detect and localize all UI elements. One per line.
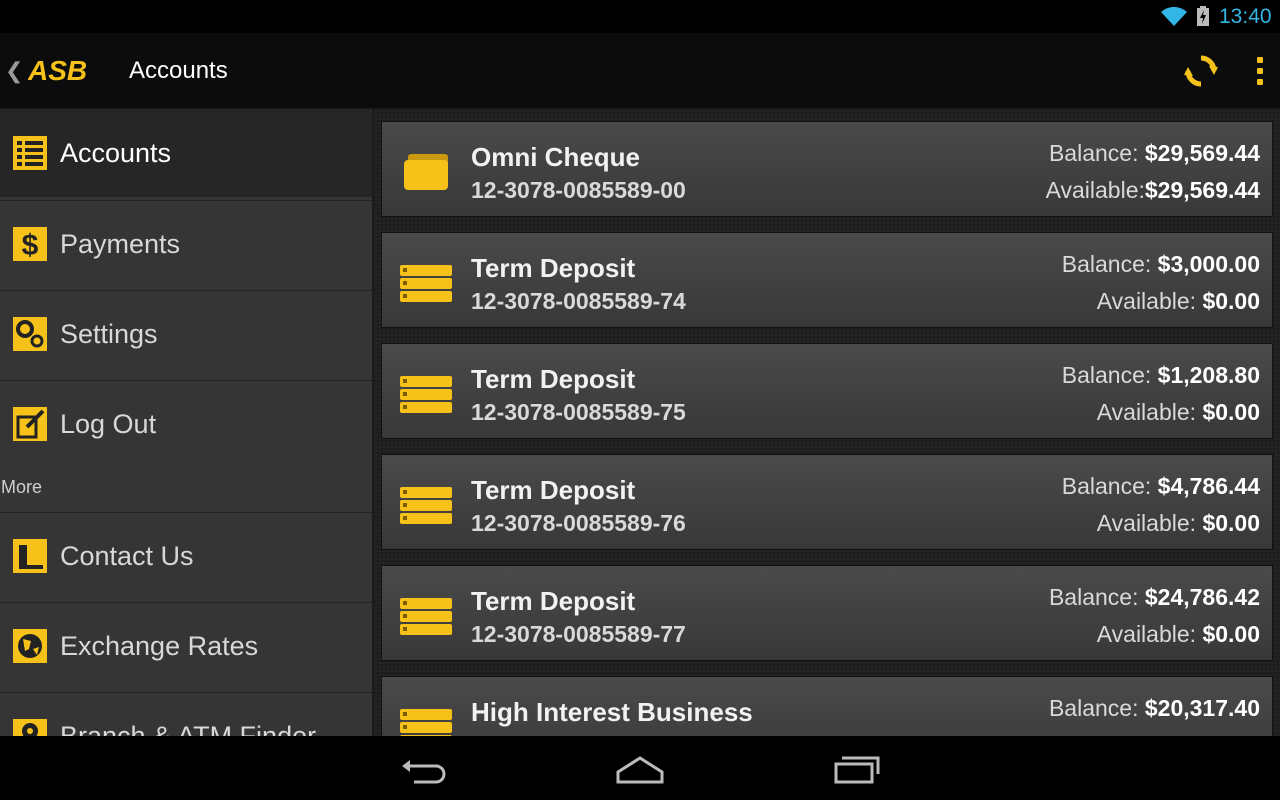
refresh-icon[interactable]	[1183, 53, 1219, 89]
account-card[interactable]: Term Deposit 12-3078-0085589-77 Balance:…	[381, 565, 1273, 661]
sidebar-item-payments[interactable]: $ Payments	[0, 200, 372, 288]
balance-label: Balance:	[1048, 140, 1139, 166]
logo-text: ASB	[28, 55, 87, 85]
system-nav-bar	[0, 736, 1280, 800]
back-chevron-icon[interactable]: ❮	[5, 58, 23, 84]
stack-icon	[400, 376, 452, 413]
recent-apps-icon[interactable]	[832, 752, 884, 786]
available-value: $0.00	[1202, 288, 1260, 314]
account-card[interactable]: Term Deposit 12-3078-0085589-74 Balance:…	[381, 232, 1273, 328]
balance-label: Balance:	[1048, 584, 1139, 610]
sidebar-item-branch-atm-finder[interactable]: Branch & ATM Finder	[0, 692, 372, 736]
available-row: Available: $0.00	[1097, 510, 1260, 537]
account-number: 12-3078-0085589-00	[471, 177, 686, 203]
balance-value: $29,569.44	[1144, 140, 1260, 166]
section-header-more: More	[1, 477, 43, 497]
balance-value: $4,786.44	[1157, 473, 1260, 499]
status-bar: 13:40	[0, 0, 1280, 33]
list-icon	[13, 136, 47, 170]
globe-icon	[13, 629, 47, 663]
available-label: Available:	[1096, 288, 1197, 314]
available-label: Available:	[1096, 399, 1197, 425]
sidebar-item-label: Accounts	[60, 138, 172, 168]
account-name: Term Deposit	[471, 475, 636, 505]
balance-label: Balance:	[1061, 251, 1152, 277]
account-number: 12-3078-0085589-76	[471, 510, 686, 536]
sidebar-item-label: Log Out	[60, 409, 157, 439]
svg-text:$: $	[22, 229, 39, 261]
account-card[interactable]: Omni Cheque 12-3078-0085589-00 Balance: …	[381, 121, 1273, 217]
balance-row: Balance: $3,000.00	[1062, 251, 1260, 278]
stack-icon	[400, 598, 452, 635]
available-label: Available:	[1096, 510, 1197, 536]
sidebar-item-logout[interactable]: Log Out	[0, 380, 372, 468]
stack-icon	[400, 709, 452, 736]
balance-value: $1,208.80	[1157, 362, 1260, 388]
balance-value: $3,000.00	[1157, 251, 1260, 277]
available-row: Available:$29,569.44	[1046, 177, 1260, 204]
gears-icon	[13, 317, 47, 351]
location-pin-icon	[13, 719, 47, 736]
sidebar-item-contact-us[interactable]: Contact Us	[0, 512, 372, 600]
sidebar-item-exchange-rates[interactable]: Exchange Rates	[0, 602, 372, 690]
accounts-list[interactable]: Omni Cheque 12-3078-0085589-00 Balance: …	[374, 109, 1280, 736]
balance-row: Balance: $4,786.44	[1062, 473, 1260, 500]
account-name: High Interest Business	[471, 697, 753, 727]
available-value: $29,569.44	[1144, 177, 1260, 203]
balance-label: Balance:	[1061, 473, 1152, 499]
asb-logo[interactable]: ASB	[28, 55, 118, 85]
sidebar-item-label: Branch & ATM Finder	[60, 721, 317, 736]
available-label: Available:	[1096, 621, 1197, 647]
sidebar-item-settings[interactable]: Settings	[0, 290, 372, 378]
available-row: Available: $0.00	[1097, 621, 1260, 648]
stack-icon	[400, 487, 452, 524]
balance-row: Balance: $1,208.80	[1062, 362, 1260, 389]
balance-value: $24,786.42	[1144, 584, 1260, 610]
balance-row: Balance: $20,317.40	[1049, 695, 1260, 722]
battery-icon	[1197, 6, 1209, 26]
account-number: 12-3078-0085589-75	[471, 399, 686, 425]
balance-label: Balance:	[1048, 695, 1139, 721]
sidebar: Accounts $ Payments Settings Log Out Mor…	[0, 109, 372, 736]
sidebar-item-label: Payments	[60, 229, 181, 259]
sidebar-item-label: Exchange Rates	[60, 631, 259, 661]
balance-value: $20,317.40	[1144, 695, 1260, 721]
account-name: Term Deposit	[471, 253, 636, 283]
account-name: Term Deposit	[471, 364, 636, 394]
available-row: Available: $0.00	[1097, 399, 1260, 426]
account-number: 12-3078-0085589-77	[471, 621, 686, 647]
available-value: $0.00	[1202, 510, 1260, 536]
balance-label: Balance:	[1061, 362, 1152, 388]
wifi-icon	[1161, 6, 1187, 27]
sidebar-item-label: Contact Us	[60, 541, 194, 571]
account-number: 12-3078-0085589-74	[471, 288, 686, 314]
available-value: $0.00	[1202, 621, 1260, 647]
balance-row: Balance: $29,569.44	[1049, 140, 1260, 167]
dollar-icon: $	[13, 227, 47, 261]
account-name: Omni Cheque	[471, 142, 641, 172]
stack-icon	[400, 265, 452, 302]
back-icon[interactable]	[398, 752, 450, 786]
sidebar-item-accounts[interactable]: Accounts	[0, 109, 372, 197]
available-row: Available: $0.00	[1097, 288, 1260, 315]
phone-icon	[13, 539, 47, 573]
available-value: $0.00	[1202, 399, 1260, 425]
sidebar-item-label: Settings	[60, 319, 158, 349]
logout-icon	[13, 407, 47, 441]
home-icon[interactable]	[614, 752, 666, 786]
account-name: Term Deposit	[471, 586, 636, 616]
available-label: Available:	[1045, 177, 1145, 203]
balance-row: Balance: $24,786.42	[1049, 584, 1260, 611]
account-card[interactable]: Term Deposit 12-3078-0085589-76 Balance:…	[381, 454, 1273, 550]
action-bar: ❮ ASB Accounts	[0, 33, 1280, 109]
page-title: Accounts	[129, 57, 228, 84]
wallet-icon	[404, 154, 448, 190]
account-card[interactable]: High Interest Business Balance: $20,317.…	[381, 676, 1273, 736]
account-card[interactable]: Term Deposit 12-3078-0085589-75 Balance:…	[381, 343, 1273, 439]
overflow-menu-icon[interactable]	[1248, 55, 1272, 87]
clock: 13:40	[1219, 5, 1272, 28]
